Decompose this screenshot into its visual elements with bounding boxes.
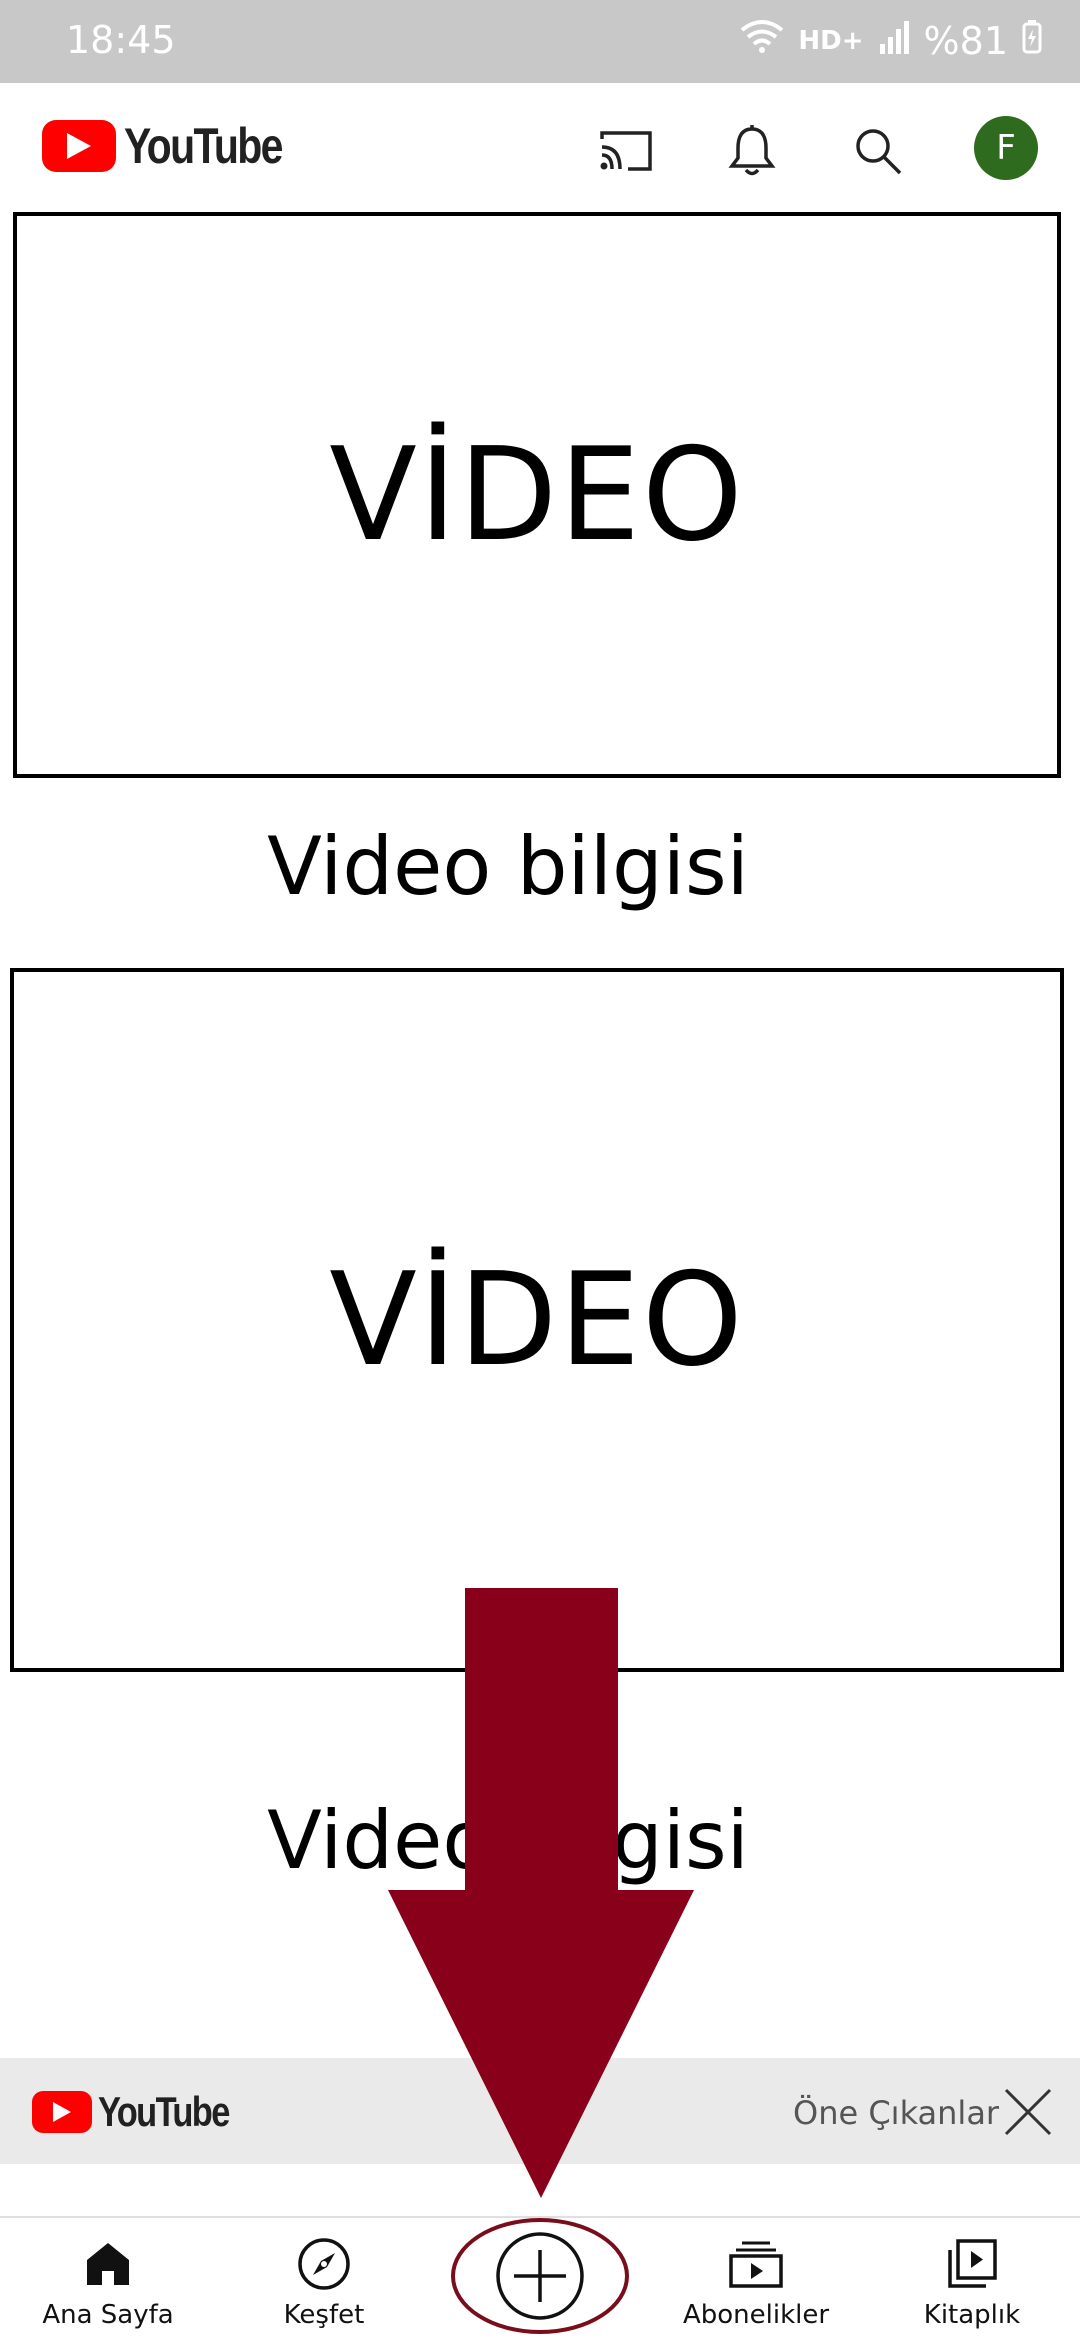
nav-label: Kitaplık	[923, 2300, 1021, 2330]
battery-icon	[1022, 19, 1042, 63]
wifi-icon	[740, 18, 784, 63]
search-icon[interactable]	[848, 121, 908, 181]
close-icon[interactable]	[1002, 2086, 1054, 2138]
featured-label: Öne Çıkanlar	[793, 2094, 1000, 2132]
youtube-logo[interactable]: YouTube	[42, 117, 316, 175]
youtube-play-icon	[32, 2091, 92, 2133]
nav-label: Keşfet	[283, 2300, 365, 2330]
cast-icon[interactable]	[596, 121, 656, 181]
battery-percentage: %81	[923, 18, 1008, 63]
nav-label: Abonelikler	[682, 2300, 830, 2330]
library-icon	[946, 2232, 998, 2296]
video-thumbnail[interactable]: VİDEO	[13, 212, 1061, 778]
account-avatar[interactable]: F	[974, 116, 1038, 180]
youtube-logo: YouTube	[32, 2088, 257, 2136]
nav-library[interactable]: Kitaplık	[872, 2218, 1072, 2342]
nav-label: Ana Sayfa	[42, 2300, 174, 2330]
signal-icon	[878, 19, 910, 63]
nav-home[interactable]: Ana Sayfa	[8, 2218, 208, 2342]
home-icon	[84, 2232, 132, 2296]
highlight-ellipse	[451, 2218, 629, 2334]
status-indicators: HD+ %81	[740, 18, 1042, 63]
down-arrow-annotation	[388, 1588, 694, 2198]
video-info[interactable]: Video bilgisi	[0, 820, 1016, 913]
nav-subscriptions[interactable]: Abonelikler	[656, 2218, 856, 2342]
youtube-wordmark: YouTube	[124, 118, 283, 174]
video-placeholder-text: VİDEO	[329, 420, 745, 570]
video-placeholder-text: VİDEO	[329, 1245, 745, 1395]
app-header: YouTube F	[0, 83, 1080, 208]
subscriptions-icon	[728, 2232, 784, 2296]
network-type: HD+	[798, 25, 864, 56]
youtube-wordmark: YouTube	[98, 2088, 230, 2135]
youtube-play-icon	[42, 120, 116, 172]
nav-explore[interactable]: Keşfet	[224, 2218, 424, 2342]
status-time: 18:45	[66, 18, 176, 62]
notifications-bell-icon[interactable]	[722, 121, 782, 181]
status-bar: 18:45 HD+ %81	[0, 0, 1080, 83]
compass-icon	[297, 2232, 351, 2296]
video-thumbnail[interactable]: VİDEO	[10, 968, 1064, 1672]
